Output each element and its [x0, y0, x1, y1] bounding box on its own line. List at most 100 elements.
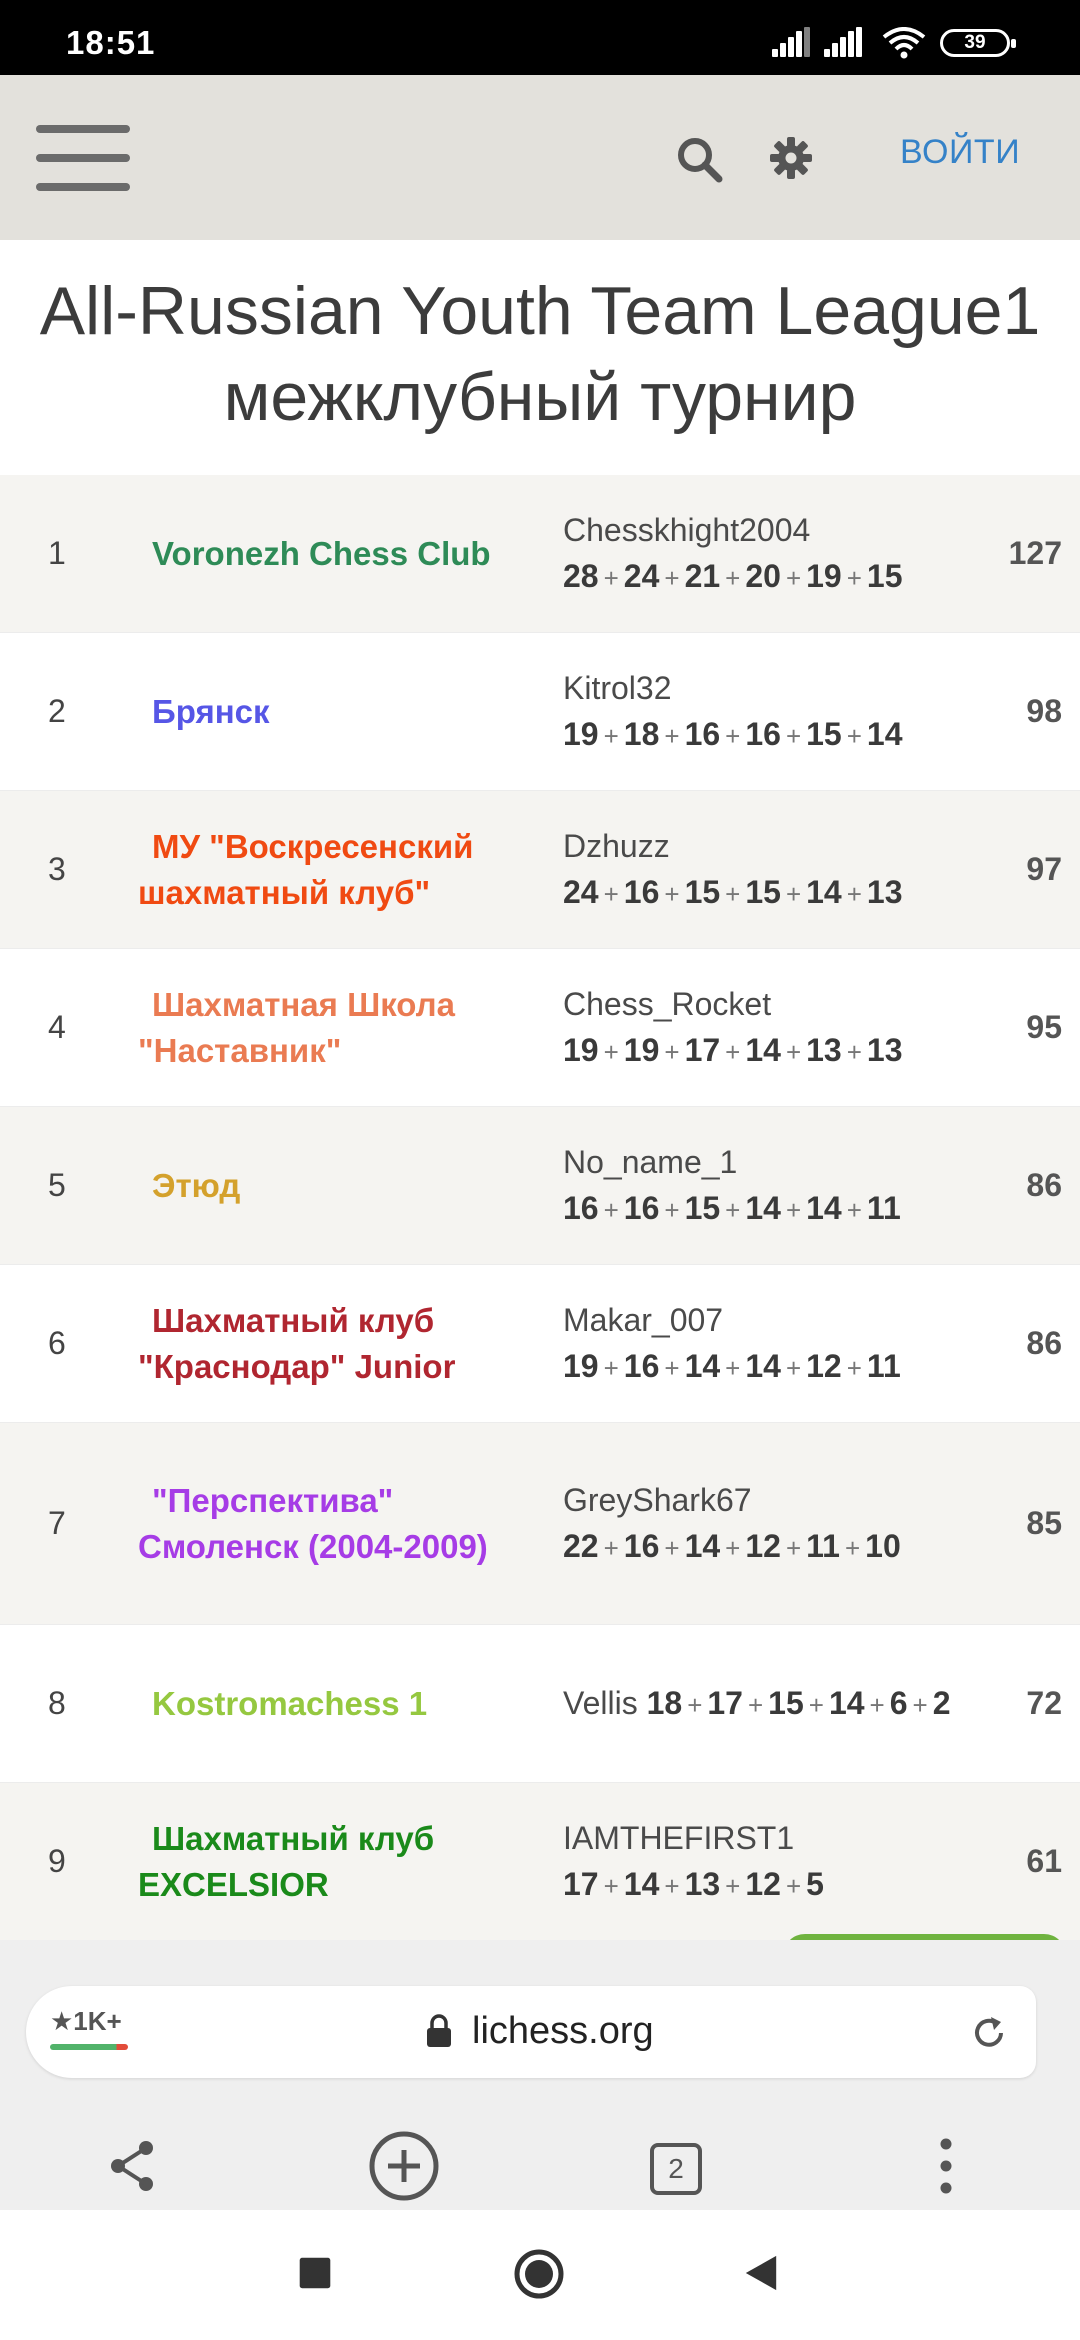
plus-separator: + [785, 1036, 802, 1067]
url-text[interactable]: lichess.org [472, 2010, 654, 2053]
search-icon[interactable] [675, 135, 723, 183]
team-total-score: 98 [1026, 693, 1062, 729]
team-link[interactable]: Этюд [116, 1163, 563, 1209]
table-row[interactable]: 5 Этюд No_name_1 16 +16 +15 +14 +14 +11 86 [0, 1107, 1080, 1265]
player-score: 13 [806, 1031, 842, 1068]
table-row[interactable]: 6 Шахматный клуб "Краснодар" Junior Makar_… [0, 1265, 1080, 1423]
player-score: 14 [828, 1684, 865, 1721]
plus-separator: + [664, 562, 680, 593]
status-icons: 39 [772, 27, 1022, 59]
table-row[interactable]: 7 "Перспектива" Смоленск (2004-2009) GreyS… [0, 1423, 1080, 1625]
plus-separator: + [808, 1689, 824, 1720]
player-link[interactable]: Dzhuzz [563, 828, 670, 864]
home-icon[interactable] [513, 2248, 565, 2300]
team-link[interactable]: Шахматный клуб "Краснодар" Junior [116, 1298, 563, 1390]
player-score: 19 [563, 715, 599, 752]
table-row[interactable]: 1 Voronezh Chess Club Chesskhight2004 28 +2… [0, 475, 1080, 633]
player-score: 11 [866, 1347, 901, 1384]
top-player-scores: GreyShark67 22 +16 +14 +12 +11 +10 [563, 1477, 993, 1571]
team-link[interactable]: Шахматная Школа "Наставник" [116, 982, 563, 1074]
status-bar: 18:51 39 [0, 0, 1080, 75]
player-score: 13 [866, 1031, 903, 1068]
gear-icon[interactable] [768, 135, 814, 181]
plus-separator: + [725, 1870, 741, 1901]
player-link[interactable]: GreyShark67 [563, 1482, 752, 1518]
rank-cell: 7 [48, 1505, 66, 1541]
address-bar[interactable]: ★1K+ lichess.org [26, 1986, 1036, 2078]
team-link[interactable]: Брянск [116, 689, 563, 735]
player-score: 14 [745, 1347, 781, 1384]
team-link[interactable]: Шахматный клуб EXCELSIOR [116, 1816, 563, 1908]
player-link[interactable]: IAMTHEFIRST1 [563, 1820, 794, 1856]
player-score: 18 [646, 1684, 683, 1721]
player-score: 12 [745, 1527, 781, 1564]
player-link[interactable]: Chess_Rocket [563, 986, 771, 1022]
browser-toolbar: ★1K+ lichess.org 2 [0, 1940, 1080, 2210]
player-score: 13 [684, 1865, 721, 1902]
back-icon[interactable] [742, 2254, 780, 2292]
top-player-scores: Chess_Rocket 19 +19 +17 +14 +13 +13 [563, 981, 993, 1075]
top-player-scores: Dzhuzz 24 +16 +15 +15 +14 +13 [563, 823, 993, 917]
player-score: 19 [563, 1031, 599, 1068]
player-score: 12 [806, 1347, 842, 1384]
table-row[interactable]: 4 Шахматная Школа "Наставник" Chess_Rocket… [0, 949, 1080, 1107]
team-link[interactable]: МУ "Воскресенский шахматный клуб" [116, 824, 563, 916]
plus-separator: + [664, 878, 680, 909]
player-score: 20 [745, 557, 781, 594]
player-link[interactable]: Vellis [563, 1685, 638, 1721]
plus-separator: + [785, 1352, 802, 1383]
status-time: 18:51 [66, 24, 156, 61]
player-link[interactable]: Makar_007 [563, 1302, 723, 1338]
player-score: 15 [866, 557, 903, 594]
plus-separator: + [603, 562, 619, 593]
more-icon[interactable] [910, 2130, 982, 2202]
player-score: 17 [707, 1684, 743, 1721]
plus-separator: + [725, 1036, 741, 1067]
player-score: 11 [866, 1189, 901, 1226]
new-tab-icon[interactable] [368, 2130, 440, 2202]
player-score: 15 [745, 873, 781, 910]
player-score: 16 [623, 873, 660, 910]
player-score: 10 [865, 1527, 901, 1564]
team-name: Этюд [152, 1166, 241, 1204]
share-icon[interactable] [98, 2130, 170, 2202]
team-total-score: 127 [1008, 535, 1062, 571]
player-link[interactable]: No_name_1 [563, 1144, 737, 1180]
plus-separator: + [785, 878, 802, 909]
player-score: 16 [623, 1347, 660, 1384]
tabs-icon[interactable]: 2 [650, 2143, 702, 2195]
recents-icon[interactable] [298, 2256, 332, 2290]
team-name: Шахматная Школа "Наставник" [138, 985, 455, 1069]
table-row[interactable]: 3 МУ "Воскресенский шахматный клуб" Dzhuzz… [0, 791, 1080, 949]
player-score: 15 [684, 1189, 721, 1226]
table-row[interactable]: 9 Шахматный клуб EXCELSIOR IAMTHEFIRST1 17… [0, 1783, 1080, 1941]
site-header: ВОЙТИ [0, 75, 1080, 240]
team-name: МУ "Воскресенский шахматный клуб" [138, 827, 474, 911]
team-link[interactable]: "Перспектива" Смоленск (2004-2009) [116, 1478, 563, 1570]
team-link[interactable]: Voronezh Chess Club [116, 531, 563, 577]
player-score: 2 [932, 1684, 951, 1721]
plus-separator: + [725, 1194, 741, 1225]
hamburger-icon[interactable] [36, 125, 130, 191]
team-link[interactable]: Kostromachess 1 [116, 1681, 563, 1727]
rating-badge[interactable]: ★1K+ [50, 2006, 122, 2037]
player-link[interactable]: Chesskhight2004 [563, 512, 810, 548]
rank-cell: 3 [48, 851, 66, 887]
plus-separator: + [846, 562, 862, 593]
top-player-scores: IAMTHEFIRST1 17 +14 +13 +12 +5 [563, 1815, 993, 1909]
player-score: 16 [563, 1189, 599, 1226]
rating-bar [50, 2044, 128, 2050]
player-link[interactable]: Kitrol32 [563, 670, 672, 706]
player-score: 14 [806, 1189, 842, 1226]
player-score: 22 [563, 1527, 599, 1564]
table-row[interactable]: 8 Kostromachess 1 Vellis 18 +17 +15 +14 +6 +2 72 [0, 1625, 1080, 1783]
table-row[interactable]: 2 Брянск Kitrol32 19 +18 +16 +16 +15 +14 98 [0, 633, 1080, 791]
player-score: 14 [745, 1031, 781, 1068]
player-score: 19 [563, 1347, 599, 1384]
reload-icon[interactable] [970, 2014, 1008, 2052]
page-title: All-Russian Youth Team League1 межклубны… [39, 273, 1041, 435]
plus-separator: + [846, 1352, 862, 1383]
player-score: 17 [563, 1865, 599, 1902]
lock-icon [427, 2014, 451, 2047]
login-link[interactable]: ВОЙТИ [900, 133, 1020, 172]
